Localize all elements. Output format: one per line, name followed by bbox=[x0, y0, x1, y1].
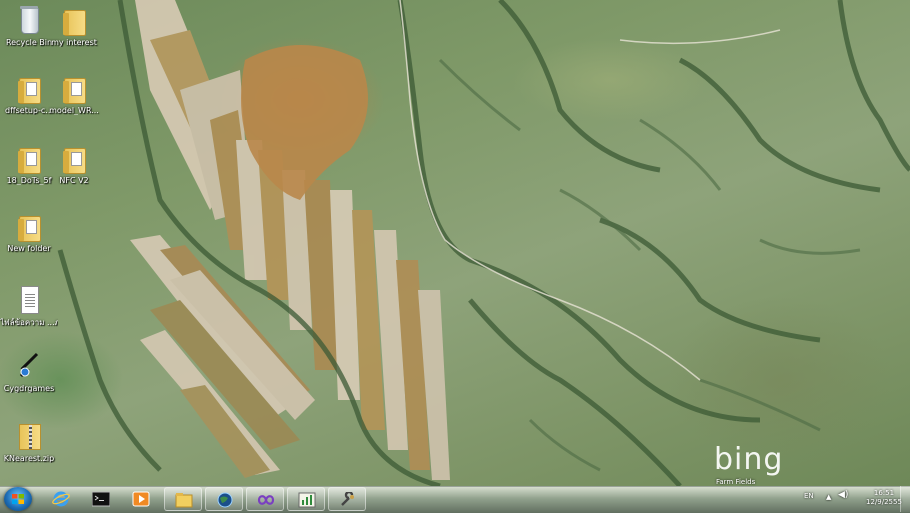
internet-explorer-icon bbox=[52, 491, 70, 507]
folder-icon bbox=[15, 210, 43, 242]
bing-logo: bing bbox=[714, 442, 784, 477]
folder-icon bbox=[15, 72, 43, 104]
taskbar-button-chart-app[interactable] bbox=[287, 487, 325, 511]
folder-icon bbox=[60, 72, 88, 104]
taskbar-button-tool-app[interactable] bbox=[328, 487, 366, 511]
desktop-icon-cygdrgames[interactable]: Cygdrgames bbox=[0, 350, 58, 393]
clock-time: 16:51 bbox=[873, 489, 895, 497]
clock-date: 12/9/2555 bbox=[866, 498, 902, 506]
infinity-icon bbox=[257, 495, 275, 505]
folder-icon bbox=[15, 142, 43, 174]
desktop-icon-model-wr[interactable]: model_WR... bbox=[45, 72, 103, 115]
desktop-icon-new-folder[interactable]: New folder bbox=[0, 210, 58, 253]
media-player-icon bbox=[132, 491, 150, 507]
folder-icon bbox=[60, 142, 88, 174]
wrench-icon bbox=[341, 492, 354, 506]
recycle-bin-icon bbox=[15, 4, 43, 36]
desktop-icon-label: KNearest.zip bbox=[3, 454, 55, 463]
wallpaper-caption: Farm Fields bbox=[716, 478, 756, 486]
desktop-icon-thai-text-file[interactable]: ไฟล์ข้อความ ...ภาษาไทย.txt bbox=[0, 284, 58, 327]
taskbar-button-internet-explorer[interactable] bbox=[42, 487, 80, 511]
desktop-icon-label: NFC V2 bbox=[59, 176, 89, 185]
speaker-icon[interactable]: ◀) bbox=[838, 490, 848, 516]
globe-icon bbox=[217, 492, 233, 508]
folder-explorer-icon bbox=[175, 493, 193, 508]
show-desktop-button[interactable] bbox=[900, 486, 910, 512]
text-file-icon bbox=[15, 284, 43, 316]
zip-folder-icon bbox=[15, 420, 43, 452]
desktop-icon-nfc-v2[interactable]: NFC V2 bbox=[45, 142, 103, 185]
cygwin-icon bbox=[15, 350, 43, 382]
desktop-icon-my-interest[interactable]: my interest bbox=[45, 4, 103, 47]
taskbar-button-command-prompt[interactable] bbox=[82, 487, 120, 511]
start-button[interactable] bbox=[4, 487, 32, 511]
show-hidden-icons-arrow-icon[interactable]: ▲ bbox=[826, 493, 831, 519]
desktop-icon-label: ไฟล์ข้อความ ...ภาษาไทย.txt bbox=[0, 318, 58, 327]
desktop-wallpaper bbox=[0, 0, 910, 486]
taskbar-button-visual-studio[interactable] bbox=[246, 487, 284, 511]
wallpaper-terrain bbox=[57, 0, 910, 486]
desktop-icon-label: my interest bbox=[51, 38, 97, 47]
folder-icon bbox=[60, 4, 88, 36]
taskbar-button-media-player[interactable] bbox=[122, 487, 160, 511]
chart-icon bbox=[298, 492, 316, 508]
language-indicator[interactable]: EN bbox=[804, 492, 814, 518]
command-prompt-icon bbox=[92, 491, 110, 507]
system-clock[interactable]: 16:51 12/9/2555 bbox=[866, 489, 902, 515]
desktop-icon-label: model_WR... bbox=[49, 106, 99, 115]
windows-logo-icon bbox=[12, 494, 24, 504]
taskbar-button-globe-app[interactable] bbox=[205, 487, 243, 511]
desktop-icon-knearest-zip[interactable]: KNearest.zip bbox=[0, 420, 58, 463]
taskbar-button-windows-explorer[interactable] bbox=[164, 487, 202, 511]
desktop-icon-label: Cygdrgames bbox=[3, 384, 55, 393]
desktop-icon-label: New folder bbox=[7, 244, 51, 253]
